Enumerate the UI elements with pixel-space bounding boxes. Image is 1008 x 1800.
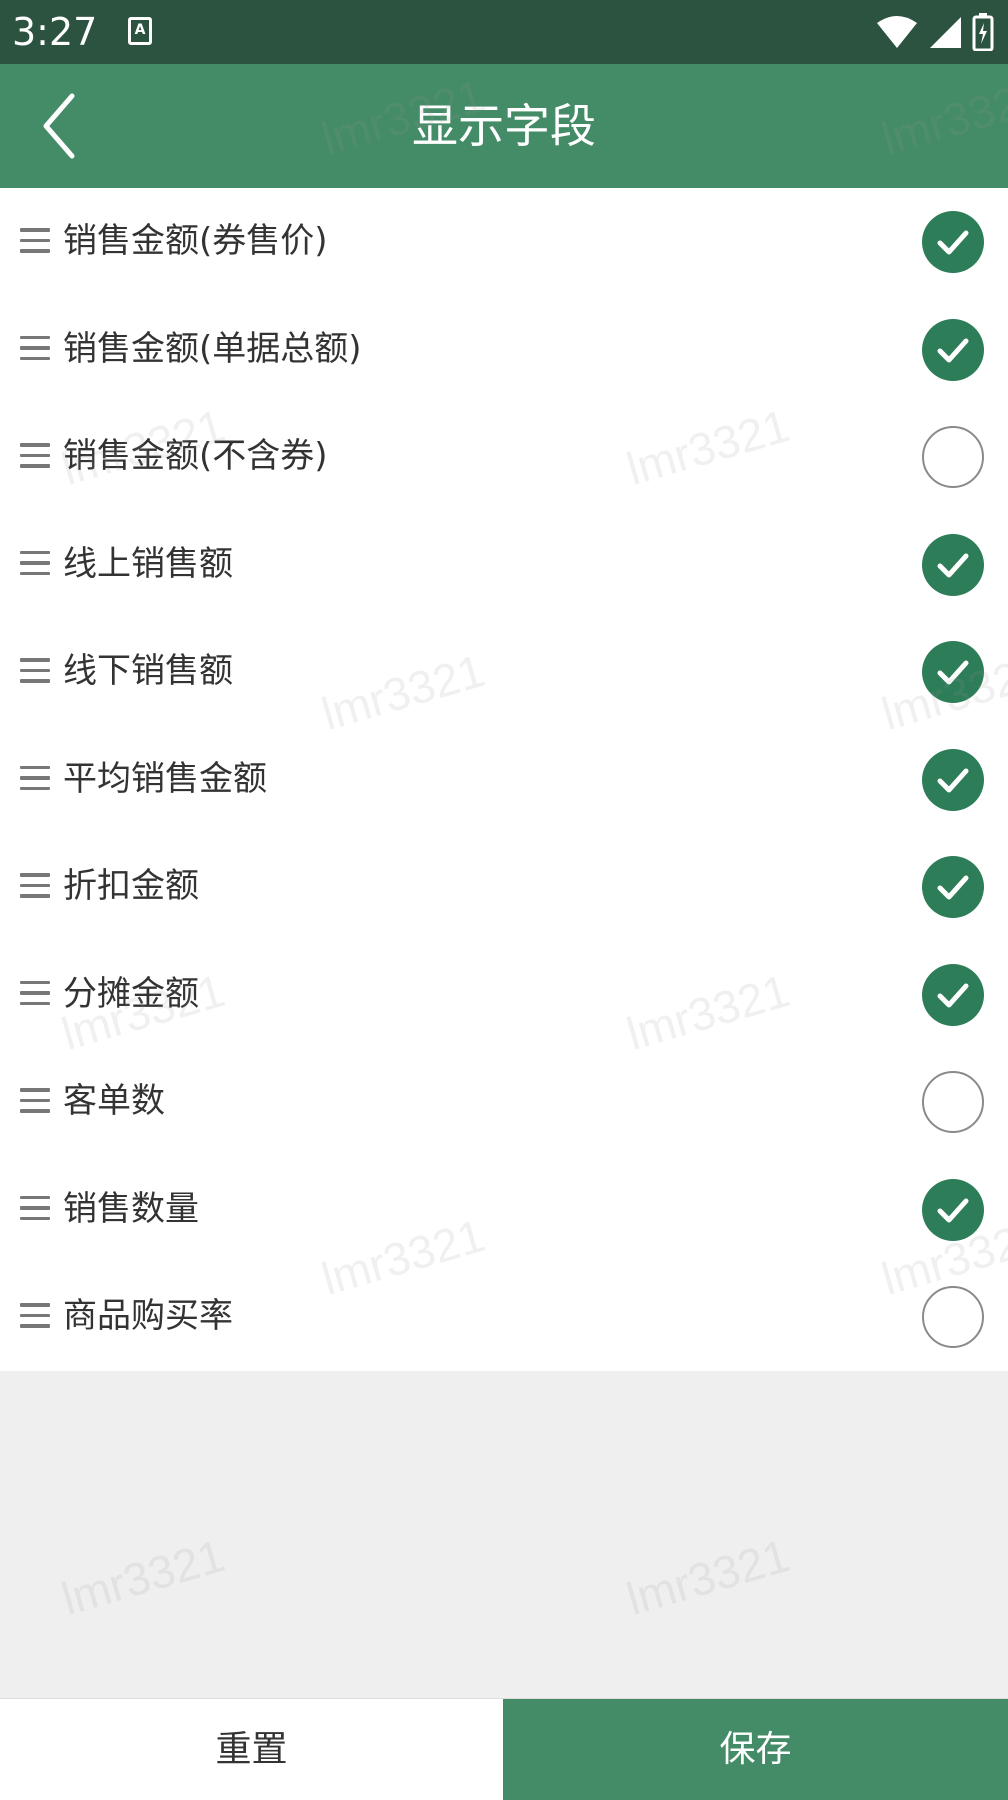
- drag-handle-icon[interactable]: [20, 1088, 50, 1114]
- signal-icon: [930, 17, 961, 48]
- field-label: 销售金额(单据总额): [63, 328, 362, 369]
- field-row[interactable]: 销售金额(不含券): [0, 403, 1008, 511]
- save-button[interactable]: 保存: [503, 1699, 1008, 1800]
- field-label: 线下销售额: [63, 651, 233, 691]
- reset-button[interactable]: 重置: [0, 1699, 503, 1800]
- field-label: 商品购买率: [63, 1296, 233, 1336]
- unchecked-circle-icon[interactable]: [922, 1286, 984, 1348]
- field-label: 客单数: [63, 1081, 165, 1121]
- field-row[interactable]: 折扣金额: [0, 833, 1008, 941]
- drag-handle-icon[interactable]: [20, 443, 50, 469]
- field-row[interactable]: 销售数量: [0, 1156, 1008, 1264]
- field-row[interactable]: 分摊金额: [0, 941, 1008, 1049]
- drag-handle-icon[interactable]: [20, 658, 50, 684]
- status-bar: 3:27 A: [0, 0, 1008, 64]
- field-row[interactable]: 线上销售额: [0, 511, 1008, 619]
- field-label: 销售数量: [63, 1188, 199, 1229]
- checked-circle-icon[interactable]: [922, 318, 984, 381]
- field-row[interactable]: 线下销售额: [0, 618, 1008, 726]
- status-icons: [876, 12, 994, 52]
- checked-circle-icon[interactable]: [922, 963, 984, 1026]
- field-row[interactable]: 销售金额(单据总额): [0, 296, 1008, 404]
- back-button[interactable]: [28, 90, 100, 162]
- field-row[interactable]: 客单数: [0, 1048, 1008, 1156]
- field-label: 销售金额(不含券): [63, 436, 328, 476]
- page-title: 显示字段: [412, 99, 596, 153]
- checked-circle-icon[interactable]: [922, 641, 984, 703]
- checked-circle-icon[interactable]: [922, 856, 984, 918]
- unchecked-circle-icon[interactable]: [922, 1071, 984, 1133]
- status-time: 3:27: [12, 10, 98, 54]
- field-label: 分摊金额: [63, 973, 199, 1014]
- chevron-left-icon: [43, 93, 75, 159]
- drag-handle-icon[interactable]: [20, 228, 50, 254]
- drag-handle-icon[interactable]: [20, 980, 50, 1007]
- footer: 重置 保存: [0, 1698, 1008, 1800]
- checked-circle-icon[interactable]: [922, 1178, 984, 1241]
- battery-icon: [972, 13, 994, 51]
- field-row[interactable]: 销售金额(券售价): [0, 188, 1008, 296]
- field-label: 线上销售额: [63, 543, 233, 584]
- field-label: 销售金额(券售价): [63, 221, 328, 261]
- wifi-icon: [877, 16, 917, 48]
- app-bar: 显示字段: [0, 64, 1008, 188]
- a-box-icon: A: [128, 17, 152, 45]
- drag-handle-icon[interactable]: [20, 1195, 50, 1222]
- drag-handle-icon[interactable]: [20, 765, 50, 792]
- drag-handle-icon[interactable]: [20, 1303, 50, 1329]
- watermark: lmr3321: [621, 1529, 796, 1625]
- field-label: 折扣金额: [63, 866, 199, 906]
- drag-handle-icon[interactable]: [20, 335, 50, 362]
- drag-handle-icon[interactable]: [20, 550, 50, 577]
- field-label: 平均销售金额: [63, 758, 267, 799]
- field-list: 销售金额(券售价) 销售金额(单据总额) 销售金额(不含券) 线上销售额线下销售额平均…: [0, 188, 1008, 1371]
- field-row[interactable]: 平均销售金额: [0, 726, 1008, 834]
- unchecked-circle-icon[interactable]: [922, 426, 984, 488]
- checked-circle-icon[interactable]: [922, 533, 984, 596]
- checked-circle-icon[interactable]: [922, 748, 984, 811]
- checked-circle-icon[interactable]: [922, 211, 984, 273]
- watermark: lmr3321: [56, 1529, 231, 1625]
- field-row[interactable]: 商品购买率: [0, 1263, 1008, 1371]
- drag-handle-icon[interactable]: [20, 873, 50, 899]
